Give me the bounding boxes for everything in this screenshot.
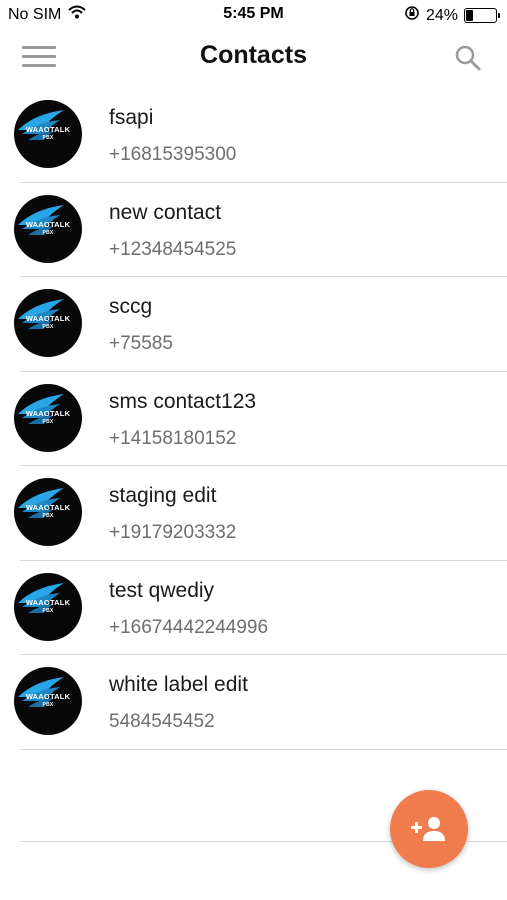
add-person-icon — [411, 817, 445, 841]
app-header: Contacts — [0, 30, 507, 86]
contact-row[interactable]: WAAOTALK PBX test qwediy +16674442244996 — [0, 561, 507, 655]
battery-percent: 24% — [425, 6, 458, 24]
contact-name: staging edit — [109, 484, 217, 507]
search-icon[interactable] — [453, 43, 483, 73]
contact-name: white label edit — [109, 673, 248, 696]
avatar-sub-text: PBX — [42, 513, 54, 519]
contact-row[interactable]: WAAOTALK PBX new contact +12348454525 — [0, 183, 507, 277]
avatar-sub-text: PBX — [42, 135, 54, 141]
contact-phone: +19179203332 — [109, 522, 237, 543]
contact-row[interactable]: WAAOTALK PBX sms contact123 +14158180152 — [0, 372, 507, 466]
avatar-sub-text: PBX — [42, 324, 54, 330]
contact-avatar: WAAOTALK PBX — [14, 289, 82, 357]
avatar-brand-text: WAAOTALK — [25, 597, 71, 607]
contact-avatar: WAAOTALK PBX — [14, 667, 82, 735]
contact-avatar: WAAOTALK PBX — [14, 194, 82, 263]
page-title: Contacts — [200, 41, 307, 69]
contact-name: new contact — [109, 200, 222, 224]
contact-row[interactable]: WAAOTALK PBX white label edit 5484545452 — [0, 655, 507, 750]
contact-name: sms contact123 — [109, 389, 257, 413]
status-bar: No SIM 5:45 PM 24% — [0, 0, 507, 30]
orientation-lock-icon — [404, 5, 420, 26]
contact-phone: +16815395300 — [109, 144, 237, 165]
add-contact-button[interactable] — [390, 790, 468, 868]
contact-avatar: WAAOTALK PBX — [14, 478, 82, 546]
avatar-sub-text: PBX — [42, 418, 54, 425]
contact-phone: +16674442244996 — [109, 616, 269, 638]
avatar-sub-text: PBX — [42, 702, 54, 708]
row-divider — [20, 748, 507, 750]
avatar-brand-text: WAAOTALK — [25, 408, 71, 418]
avatar-brand-text: WAAOTALK — [25, 219, 71, 229]
contact-phone: +14158180152 — [109, 427, 237, 449]
battery-icon — [464, 8, 500, 23]
avatar-brand-text: WAAOTALK — [25, 503, 71, 512]
avatar-brand-text: WAAOTALK — [25, 314, 71, 323]
avatar-brand-text: WAAOTALK — [25, 692, 71, 701]
contact-phone: +12348454525 — [109, 238, 237, 260]
contact-avatar: WAAOTALK PBX — [14, 383, 82, 452]
avatar-sub-text: PBX — [42, 607, 54, 614]
contact-name: test qwediy — [109, 578, 215, 602]
contact-name: sccg — [109, 295, 153, 318]
contact-row[interactable]: WAAOTALK PBX fsapi +16815395300 — [0, 88, 507, 183]
contact-avatar: WAAOTALK PBX — [14, 100, 82, 168]
contact-name: fsapi — [109, 106, 154, 129]
contact-avatar: WAAOTALK PBX — [14, 572, 82, 641]
contact-row[interactable]: WAAOTALK PBX sccg +75585 — [0, 277, 507, 372]
contact-row[interactable]: WAAOTALK PBX staging edit +19179203332 — [0, 466, 507, 561]
contact-list: WAAOTALK PBX fsapi +16815395300 WAAOTALK… — [0, 88, 507, 750]
contact-phone: +75585 — [109, 333, 173, 354]
status-right: 24% — [404, 5, 500, 26]
contact-phone: 5484545452 — [109, 711, 215, 732]
avatar-brand-text: WAAOTALK — [25, 125, 71, 134]
avatar-sub-text: PBX — [42, 229, 54, 236]
battery-fill — [466, 10, 473, 21]
